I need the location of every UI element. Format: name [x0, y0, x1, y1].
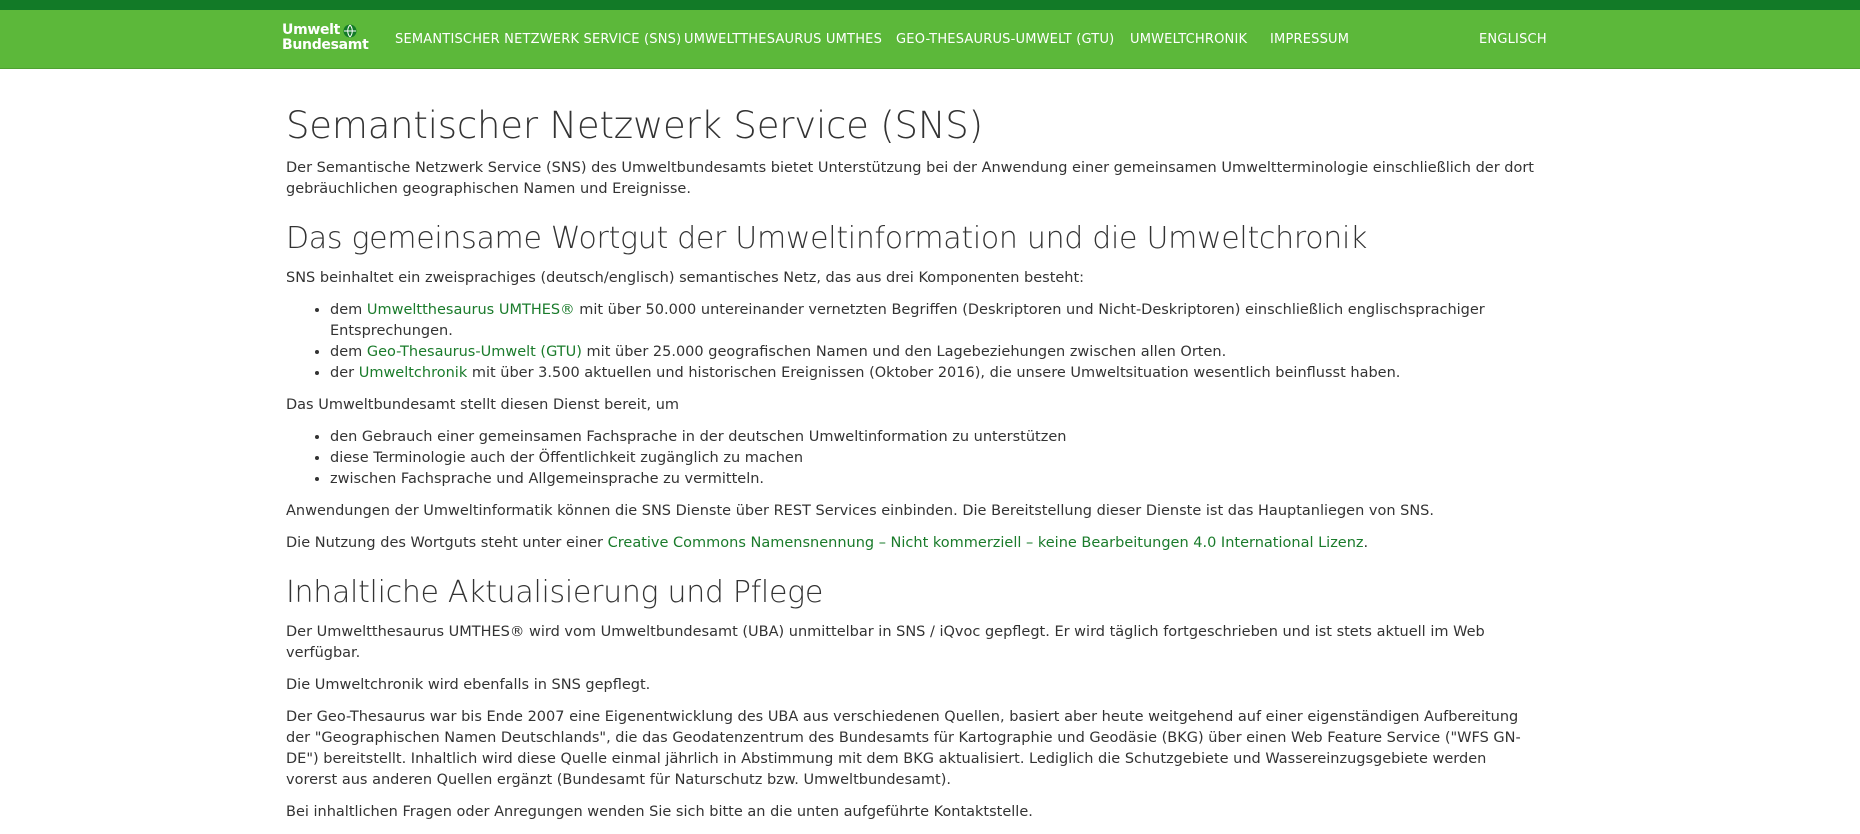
list-item: den Gebrauch einer gemeinsamen Fachsprac…	[330, 427, 1536, 448]
umthes-maintenance-text: Der Umweltthesaurus UMTHES® wird vom Umw…	[286, 624, 1485, 661]
main-content: Semantischer Netzwerk Service (SNS) Der …	[286, 86, 1536, 834]
rest-services-text: Anwendungen der Umweltinformatik können …	[286, 503, 1434, 519]
umweltchronik-link[interactable]: Umweltchronik	[359, 365, 468, 381]
license-prefix: Die Nutzung des Wortguts steht unter ein…	[286, 535, 608, 551]
list-item-prefix: der	[330, 365, 359, 381]
list-item-prefix: dem	[330, 344, 367, 360]
list-item: dem Umweltthesaurus UMTHES® mit über 50.…	[330, 300, 1536, 342]
list-item-prefix: dem	[330, 302, 367, 318]
list-item: der Umweltchronik mit über 3.500 aktuell…	[330, 363, 1536, 384]
nav-umthes[interactable]: UMWELTTHESAURUS UMTHES	[684, 32, 882, 47]
globe-icon	[343, 24, 357, 37]
nav-sns[interactable]: SEMANTISCHER NETZWERK SERVICE (SNS)	[395, 32, 681, 47]
license-suffix: .	[1363, 535, 1369, 551]
purpose-lead: Das Umweltbundesamt stellt diesen Dienst…	[286, 397, 680, 413]
list-item-text: mit über 3.500 aktuellen und historische…	[467, 365, 1401, 381]
top-navbar: Umwelt Bundesamt SEMANTISCHER NETZWERK S…	[0, 10, 1860, 69]
page-title: Semantischer Netzwerk Service (SNS)	[286, 104, 983, 147]
top-stripe	[0, 0, 1860, 10]
nav-language-switch[interactable]: ENGLISCH	[1479, 32, 1547, 47]
components-lead: SNS beinhaltet ein zweisprachiges (deuts…	[286, 270, 1085, 286]
section-heading-wortgut: Das gemeinsame Wortgut der Umweltinforma…	[286, 221, 1368, 256]
intro-text: Der Semantische Netzwerk Service (SNS) d…	[286, 160, 1534, 197]
nav-umweltchronik[interactable]: UMWELTCHRONIK	[1130, 32, 1247, 47]
nav-impressum[interactable]: IMPRESSUM	[1270, 32, 1349, 47]
list-item: dem Geo-Thesaurus-Umwelt (GTU) mit über …	[330, 342, 1536, 363]
gtu-link[interactable]: Geo-Thesaurus-Umwelt (GTU)	[367, 344, 582, 360]
contact-hint-text: Bei inhaltlichen Fragen oder Anregungen …	[286, 804, 1033, 820]
purpose-list: den Gebrauch einer gemeinsamen Fachsprac…	[286, 427, 1536, 490]
logo-line2: Bundesamt	[282, 37, 369, 53]
list-item-text: mit über 25.000 geografischen Namen und …	[581, 344, 1227, 360]
uba-logo[interactable]: Umwelt Bundesamt	[282, 22, 369, 53]
geo-thesaurus-text: Der Geo-Thesaurus war bis Ende 2007 eine…	[286, 709, 1521, 788]
logo-line1: Umwelt	[282, 22, 341, 38]
section-heading-pflege: Inhaltliche Aktualisierung und Pflege	[286, 575, 823, 610]
umthes-link[interactable]: Umweltthesaurus UMTHES®	[367, 302, 575, 318]
nav-gtu[interactable]: GEO-THESAURUS-UMWELT (GTU)	[896, 32, 1114, 47]
components-list: dem Umweltthesaurus UMTHES® mit über 50.…	[286, 300, 1536, 384]
license-link[interactable]: Creative Commons Namensnennung – Nicht k…	[608, 535, 1364, 551]
list-item: zwischen Fachsprache und Allgemeinsprach…	[330, 469, 1536, 490]
chronik-maintenance-text: Die Umweltchronik wird ebenfalls in SNS …	[286, 677, 651, 693]
license-text: Die Nutzung des Wortguts steht unter ein…	[286, 533, 1536, 554]
list-item: diese Terminologie auch der Öffentlichke…	[330, 448, 1536, 469]
